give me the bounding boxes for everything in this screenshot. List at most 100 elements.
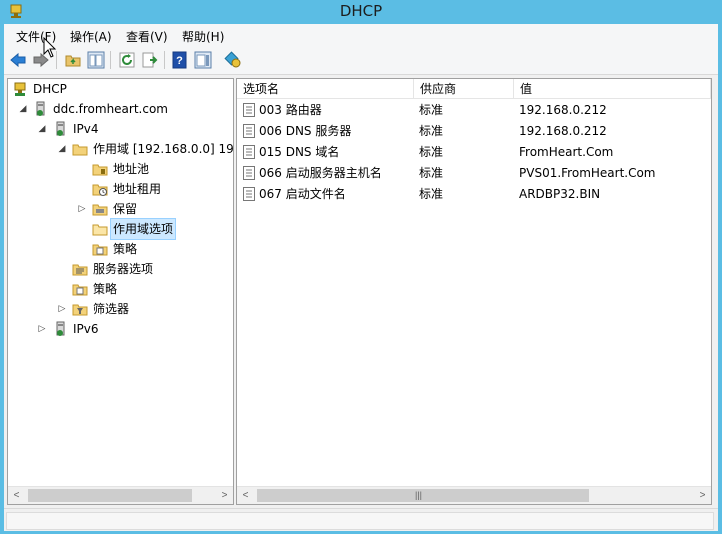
menu-bar: 文件(F) 操作(A) 查看(V) 帮助(H) (4, 24, 718, 46)
tree-node-scope[interactable]: ◢ 作用域 [192.168.0.0] 192. (10, 139, 233, 159)
collapse-arrow-icon[interactable]: ◢ (18, 99, 28, 119)
folder-icon (72, 144, 88, 156)
toolbar-separator (164, 51, 165, 69)
option-vendor: 标准 (419, 124, 444, 138)
scroll-left-icon[interactable]: < (8, 487, 25, 504)
column-header-value[interactable]: 值 (514, 79, 711, 99)
option-value: FromHeart.Com (519, 145, 614, 159)
tree-label-server-options: 服务器选项 (93, 262, 154, 276)
tree-node-address-pool[interactable]: 地址池 (10, 159, 230, 179)
menu-help[interactable]: 帮助(H) (182, 28, 224, 45)
up-folder-icon[interactable] (64, 51, 82, 69)
tree-node-address-leases[interactable]: 地址租用 (10, 179, 230, 199)
scroll-right-icon[interactable]: > (216, 487, 233, 504)
menu-view[interactable]: 查看(V) (126, 28, 168, 45)
server-options-icon (72, 264, 88, 276)
tree-label-server: ddc.fromheart.com (53, 102, 168, 116)
list-item[interactable]: 066 启动服务器主机名 标准 PVS01.FromHeart.Com (237, 163, 711, 184)
ipv6-server-icon (56, 321, 65, 336)
window-title: DHCP (339, 2, 383, 20)
tree-node-dhcp[interactable]: DHCP (10, 79, 230, 99)
reservations-icon (92, 204, 108, 216)
tree-node-filters[interactable]: ▷ 筛选器 (10, 299, 230, 319)
tree-label-filters: 筛选器 (93, 302, 130, 316)
list-item[interactable]: 067 启动文件名 标准 ARDBP32.BIN (237, 184, 711, 205)
toolbar-separator (110, 51, 111, 69)
address-leases-icon (92, 184, 108, 196)
title-bar[interactable]: DHCP (0, 0, 722, 24)
expand-arrow-icon[interactable]: ▷ (37, 319, 47, 339)
tree-node-server-options[interactable]: 服务器选项 (10, 259, 230, 279)
tree-node-ipv4[interactable]: ◢ IPv4 (10, 119, 230, 139)
scroll-left-icon[interactable]: < (237, 487, 254, 504)
tree-label-server-policies: 策略 (93, 282, 118, 296)
tree-label-address-leases: 地址租用 (113, 182, 162, 196)
scrollbar-thumb[interactable] (28, 489, 192, 502)
option-name: 066 启动服务器主机名 (259, 166, 382, 180)
tree-label-ipv4: IPv4 (73, 122, 99, 136)
tree-node-server[interactable]: ◢ ddc.fromheart.com (10, 99, 230, 119)
server-icon (36, 101, 45, 116)
collapse-arrow-icon[interactable]: ◢ (57, 139, 67, 159)
option-name: 067 启动文件名 (259, 187, 346, 201)
help-icon[interactable]: ? (171, 51, 189, 69)
tree-label-scope-options: 作用域选项 (109, 218, 177, 240)
collapse-arrow-icon[interactable]: ◢ (37, 119, 47, 139)
option-icon (243, 103, 255, 117)
option-value: 192.168.0.212 (519, 103, 607, 117)
option-icon (243, 145, 255, 159)
option-vendor: 标准 (419, 103, 444, 117)
tree-horizontal-scrollbar[interactable]: < > (8, 486, 233, 504)
option-value: ARDBP32.BIN (519, 187, 601, 201)
tree-node-scope-options[interactable]: 作用域选项 (10, 218, 230, 240)
toolbar: ? (4, 46, 718, 75)
tree-label-reservations: 保留 (113, 202, 138, 216)
list-item[interactable]: 003 路由器 标准 192.168.0.212 (237, 100, 711, 121)
policies-icon (72, 284, 88, 296)
tree-label-address-pool: 地址池 (113, 162, 150, 176)
expand-arrow-icon[interactable]: ▷ (77, 199, 87, 219)
tree-node-reservations[interactable]: ▷ 保留 (10, 199, 230, 219)
policies-icon (92, 244, 108, 256)
list-item[interactable]: 006 DNS 服务器 标准 192.168.0.212 (237, 121, 711, 142)
options-list[interactable]: 选项名 供应商 值 003 路由器 标准 192.168.0.212 006 D… (236, 78, 712, 505)
console-tree[interactable]: DHCP ◢ ddc.fromheart.com ◢ IPv4 ◢ 作用域 [1… (7, 78, 234, 505)
show-tree-icon[interactable] (87, 51, 105, 69)
scrollbar-grip-icon: ||| (415, 490, 423, 500)
export-list-icon[interactable] (141, 51, 159, 69)
mouse-cursor-icon (43, 37, 57, 58)
option-name: 015 DNS 域名 (259, 145, 340, 159)
option-vendor: 标准 (419, 166, 444, 180)
tree-node-ipv6[interactable]: ▷ IPv6 (10, 319, 230, 339)
status-bar (4, 508, 718, 531)
filters-icon (72, 304, 88, 316)
option-name: 003 路由器 (259, 103, 322, 117)
option-value: 192.168.0.212 (519, 124, 607, 138)
tree-label-policies: 策略 (113, 242, 138, 256)
expand-arrow-icon[interactable]: ▷ (57, 299, 67, 319)
list-item[interactable]: 015 DNS 域名 标准 FromHeart.Com (237, 142, 711, 163)
status-panel (6, 512, 714, 530)
scope-options-folder-icon (92, 224, 108, 236)
svg-text:?: ? (176, 55, 183, 67)
tree-node-policies[interactable]: 策略 (10, 239, 230, 259)
tree-node-server-policies[interactable]: 策略 (10, 279, 230, 299)
tree-label-scope: 作用域 [192.168.0.0] 192. (93, 142, 234, 156)
option-name: 006 DNS 服务器 (259, 124, 352, 138)
tree-label-ipv6: IPv6 (73, 322, 99, 336)
menu-action[interactable]: 操作(A) (70, 28, 112, 45)
scroll-right-icon[interactable]: > (694, 487, 711, 504)
option-value: PVS01.FromHeart.Com (519, 166, 656, 180)
back-arrow-icon[interactable] (9, 51, 27, 69)
list-horizontal-scrollbar[interactable]: < ||| > (237, 486, 711, 504)
option-icon (243, 187, 255, 201)
ipv4-server-icon (56, 121, 65, 136)
dhcp-trophy-icon (14, 82, 26, 96)
column-header-vendor[interactable]: 供应商 (414, 79, 514, 99)
column-header-option-name[interactable]: 选项名 (237, 79, 414, 99)
option-icon (243, 124, 255, 138)
refresh-icon[interactable] (118, 51, 136, 69)
dhcp-server-icon[interactable] (224, 51, 242, 69)
action-pane-icon[interactable] (194, 51, 212, 69)
scrollbar-thumb[interactable]: ||| (257, 489, 589, 502)
